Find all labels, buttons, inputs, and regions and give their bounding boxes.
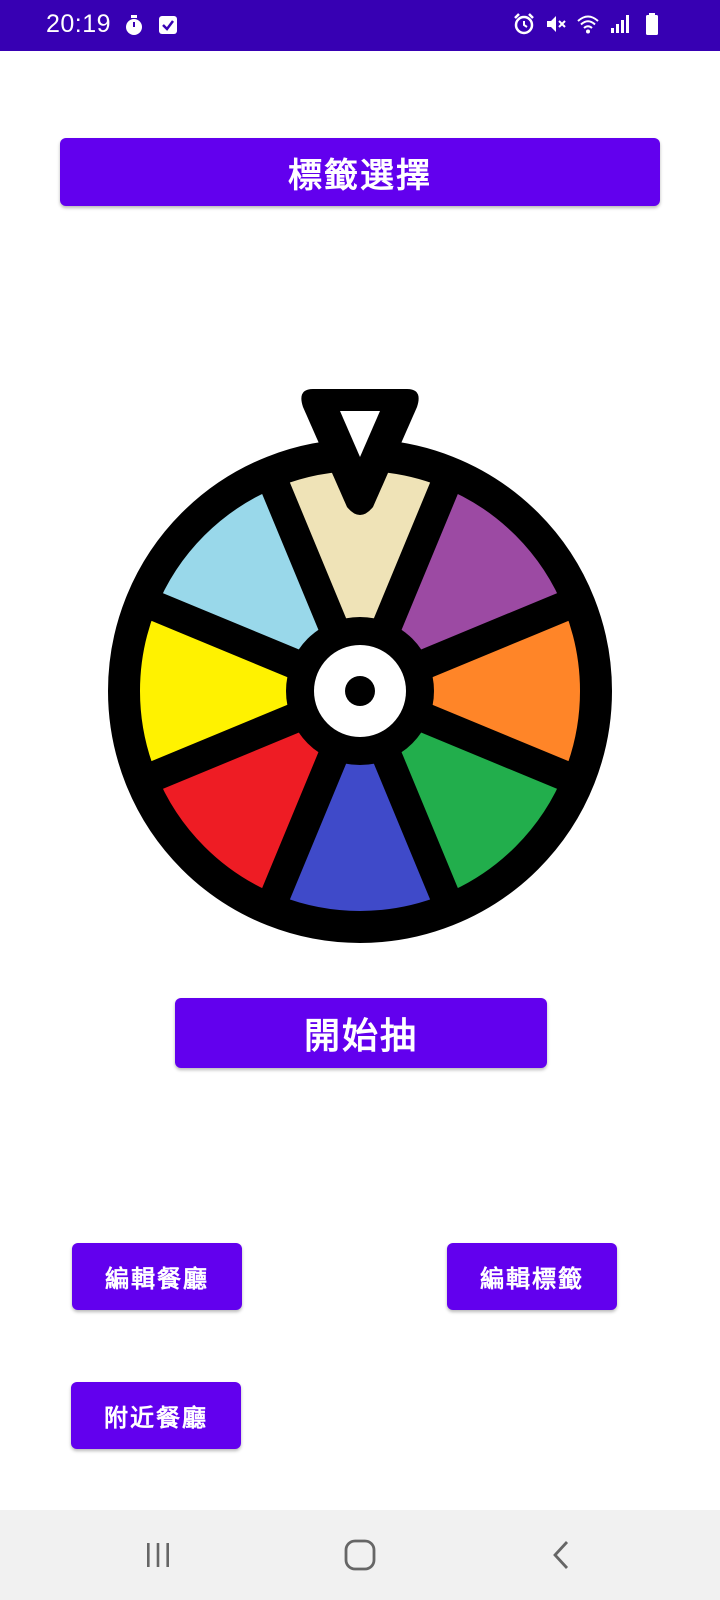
alarm-icon (514, 13, 534, 35)
nearby-restaurant-label: 附近餐廳 (104, 1404, 208, 1432)
status-right-icons (512, 12, 664, 36)
back-button[interactable] (532, 1530, 592, 1580)
spin-wheel-image (108, 389, 612, 943)
recent-apps-button[interactable] (128, 1530, 188, 1580)
timer-icon (126, 15, 142, 35)
navigation-bar (0, 1510, 720, 1600)
status-bar: 20:19 (0, 0, 720, 51)
start-draw-button[interactable]: 開始抽 (175, 998, 547, 1068)
signal-icon (611, 15, 629, 33)
nearby-restaurant-button[interactable]: 附近餐廳 (71, 1382, 241, 1449)
home-button[interactable] (330, 1530, 390, 1580)
status-left-icons (122, 13, 180, 37)
edit-restaurant-button[interactable]: 編輯餐廳 (72, 1243, 242, 1310)
home-icon (344, 1539, 376, 1571)
edit-restaurant-label: 編輯餐廳 (105, 1265, 209, 1293)
recent-apps-icon (147, 1543, 169, 1567)
battery-icon (646, 13, 658, 35)
mute-icon (547, 16, 566, 32)
edit-tag-label: 編輯標籤 (480, 1265, 584, 1293)
wifi-icon (577, 15, 599, 34)
back-icon (553, 1541, 569, 1569)
tag-select-label: 標籤選擇 (288, 155, 432, 196)
edit-tag-button[interactable]: 編輯標籤 (447, 1243, 617, 1310)
status-time: 20:19 (46, 10, 112, 38)
tag-select-button[interactable]: 標籤選擇 (60, 138, 660, 206)
start-draw-label: 開始抽 (303, 1016, 418, 1057)
checkbox-icon (159, 16, 177, 34)
wheel-hub-center (345, 676, 375, 706)
